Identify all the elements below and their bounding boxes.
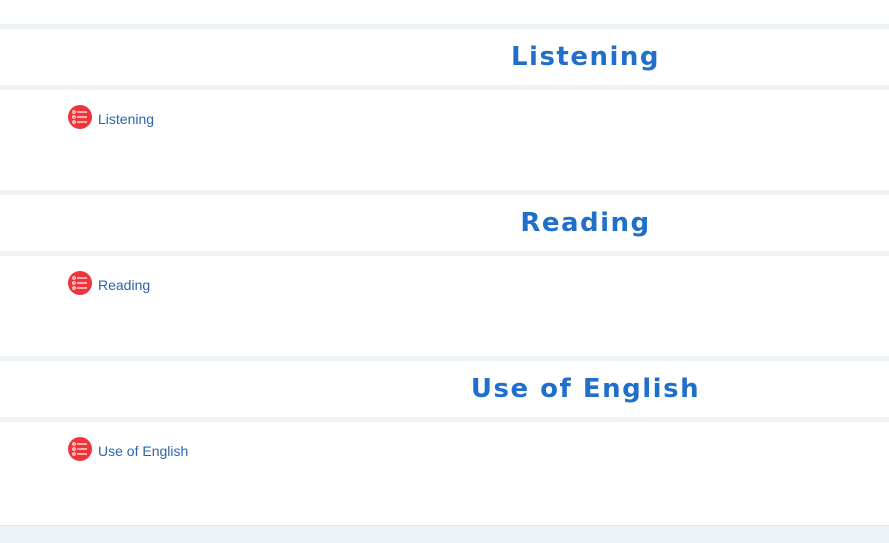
top-strip bbox=[0, 0, 889, 24]
activity-label: Use of English bbox=[98, 443, 189, 459]
section-header-reading: Reading bbox=[0, 190, 889, 256]
activity-link-listening[interactable]: Listening bbox=[68, 105, 155, 129]
section-title: Listening bbox=[510, 42, 661, 72]
checklist-icon bbox=[68, 271, 92, 295]
checklist-icon bbox=[68, 105, 92, 129]
course-page: Listening Listening Reading Reading Use … bbox=[0, 0, 889, 543]
footer-bar bbox=[0, 525, 889, 543]
activity-label: Reading bbox=[98, 277, 151, 293]
section-header-listening: Listening bbox=[0, 24, 889, 90]
section-title: Use of English bbox=[470, 374, 701, 404]
section-header-use-of-english: Use of English bbox=[0, 356, 889, 422]
activity-label: Listening bbox=[98, 111, 155, 127]
activity-link-reading[interactable]: Reading bbox=[68, 271, 151, 295]
section-body-reading: Reading bbox=[0, 256, 889, 356]
section-body-listening: Listening bbox=[0, 90, 889, 190]
checklist-icon bbox=[68, 437, 92, 461]
section-body-use-of-english: Use of English bbox=[0, 422, 889, 522]
activity-link-use-of-english[interactable]: Use of English bbox=[68, 437, 189, 461]
section-title: Reading bbox=[520, 208, 651, 238]
